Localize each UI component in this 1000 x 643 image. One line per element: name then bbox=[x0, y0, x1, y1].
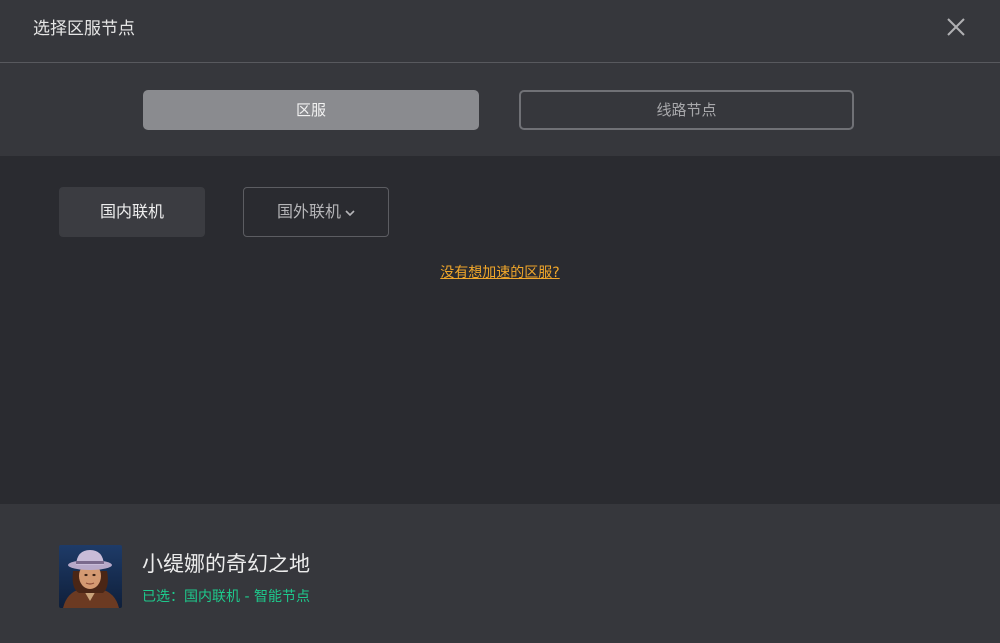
tab-bar: 区服 线路节点 bbox=[0, 63, 1000, 156]
selected-game-footer: 小缇娜的奇幻之地 已选：国内联机 - 智能节点 bbox=[0, 504, 1000, 643]
chevron-down-icon bbox=[345, 187, 355, 235]
domestic-region-label: 国内联机 bbox=[99, 202, 164, 221]
overseas-region-label: 国外联机 bbox=[276, 202, 341, 221]
tab-route-node[interactable]: 线路节点 bbox=[519, 90, 854, 130]
game-avatar bbox=[59, 545, 122, 608]
selected-node-status: 已选：国内联机 - 智能节点 bbox=[142, 589, 310, 605]
close-button[interactable] bbox=[946, 17, 966, 37]
tab-region[interactable]: 区服 bbox=[143, 90, 479, 130]
missing-region-link-row: 没有想加速的区服? bbox=[0, 262, 1000, 282]
window-title: 选择区服节点 bbox=[33, 19, 135, 39]
domestic-region-button[interactable]: 国内联机 bbox=[59, 187, 205, 237]
region-panel: 国内联机 国外联机 没有想加速的区服? bbox=[0, 156, 1000, 504]
overseas-region-dropdown[interactable]: 国外联机 bbox=[243, 187, 389, 237]
game-title: 小缇娜的奇幻之地 bbox=[142, 552, 310, 576]
missing-region-link[interactable]: 没有想加速的区服? bbox=[440, 265, 559, 281]
title-bar: 选择区服节点 bbox=[0, 0, 1000, 62]
close-icon[interactable] bbox=[946, 17, 966, 37]
